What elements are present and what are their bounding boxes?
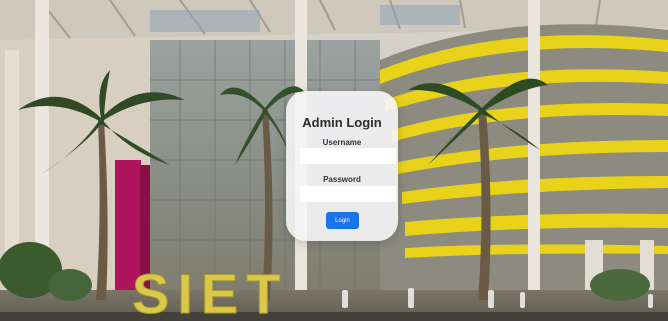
siet-sign: SIET: [132, 262, 288, 321]
right-cylinder-building: [380, 0, 668, 311]
username-input[interactable]: [300, 148, 396, 164]
password-label: Password: [323, 175, 361, 184]
login-card: Admin Login Username Password Login: [286, 91, 398, 241]
username-label: Username: [322, 138, 362, 147]
password-input[interactable]: [300, 186, 396, 202]
login-title: Admin Login: [302, 115, 382, 130]
login-button[interactable]: Login: [326, 212, 359, 229]
